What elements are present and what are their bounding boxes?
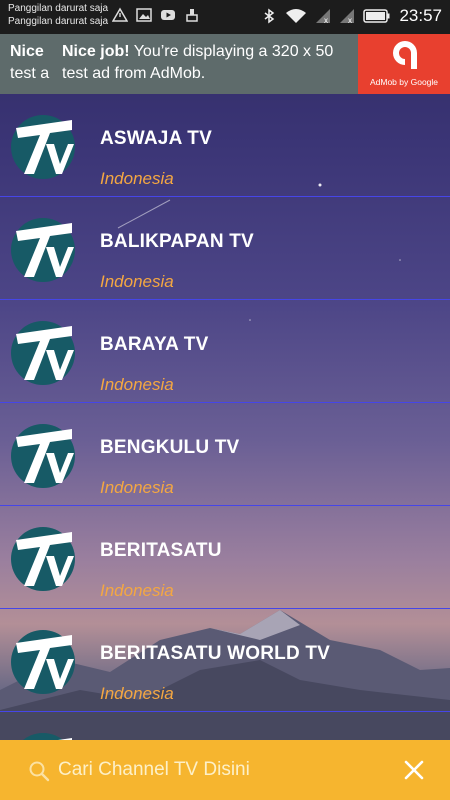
list-item[interactable]: BARAYA TV Indonesia <box>0 300 450 403</box>
svg-text:x: x <box>348 16 352 24</box>
notification-text: Panggilan darurat saja <box>8 3 109 14</box>
status-notifications: Panggilan darurat saja Panggilan darurat… <box>8 2 108 28</box>
clock: 23:57 <box>399 6 442 25</box>
bluetooth-icon <box>265 8 275 24</box>
battery-icon <box>363 9 390 23</box>
channel-name: BERITASATU <box>100 540 222 561</box>
list-item[interactable]: BENGKULU TV Indonesia <box>0 403 450 506</box>
ad-banner[interactable]: Nice test a Nice job! You’re displaying … <box>0 34 450 94</box>
ad-peek: Nice test a <box>10 41 50 85</box>
channel-name: BERITASATU WORLD TV <box>100 643 331 664</box>
admob-logo-icon <box>393 41 417 69</box>
ad-text: Nice job! You’re displaying a 320 x 50 t… <box>62 41 357 85</box>
image-icon <box>136 8 152 22</box>
channel-country: Indonesia <box>100 375 174 394</box>
tv-logo-icon <box>11 630 75 694</box>
search-bar <box>0 740 450 800</box>
tv-logo-icon <box>23 733 72 740</box>
list-item[interactable]: BALIKPAPAN TV Indonesia <box>0 197 450 300</box>
admob-label: AdMob by Google <box>369 77 439 87</box>
cleaner-icon <box>186 9 198 22</box>
tv-logo-icon <box>11 321 75 385</box>
channel-country: Indonesia <box>100 684 174 703</box>
tv-logo-icon <box>11 527 75 591</box>
ad-peek-title: Nice <box>10 43 44 60</box>
search-icon <box>29 761 50 782</box>
search-input[interactable] <box>58 754 378 786</box>
ad-peek-line: test a <box>10 65 50 82</box>
channel-name: BALIKPAPAN TV <box>100 231 254 252</box>
svg-text:x: x <box>324 16 328 24</box>
youtube-icon <box>161 10 175 20</box>
channel-country: Indonesia <box>100 272 174 291</box>
list-item[interactable]: BERITASATU WORLD TV Indonesia <box>0 609 450 712</box>
notification-text: Panggilan darurat saja <box>8 16 109 27</box>
tv-logo-icon <box>11 218 75 282</box>
status-bar: Panggilan darurat saja Panggilan darurat… <box>0 0 450 34</box>
list-item-partial[interactable] <box>0 712 450 740</box>
admob-badge[interactable]: AdMob by Google <box>358 34 450 94</box>
wifi-icon <box>286 9 307 23</box>
channel-country: Indonesia <box>100 581 174 600</box>
status-right: x x 23:57 <box>261 6 442 26</box>
channel-list[interactable]: ASWAJA TV Indonesia BALIKPAPAN TV Indone… <box>0 94 450 740</box>
warning-icon <box>112 7 128 22</box>
list-item[interactable]: ASWAJA TV Indonesia <box>0 94 450 197</box>
channel-country: Indonesia <box>100 169 174 188</box>
close-icon[interactable] <box>402 758 426 782</box>
tv-logo-icon <box>11 424 75 488</box>
channel-name: BARAYA TV <box>100 334 209 355</box>
status-icons <box>112 7 200 23</box>
channel-name: ASWAJA TV <box>100 128 212 149</box>
channel-country: Indonesia <box>100 478 174 497</box>
list-item[interactable]: BERITASATU Indonesia <box>0 506 450 609</box>
ad-title: Nice job! <box>62 43 130 60</box>
tv-logo-icon <box>11 115 75 179</box>
channel-name: BENGKULU TV <box>100 437 240 458</box>
signal-icon: x <box>340 9 355 24</box>
signal-icon: x <box>316 9 331 24</box>
